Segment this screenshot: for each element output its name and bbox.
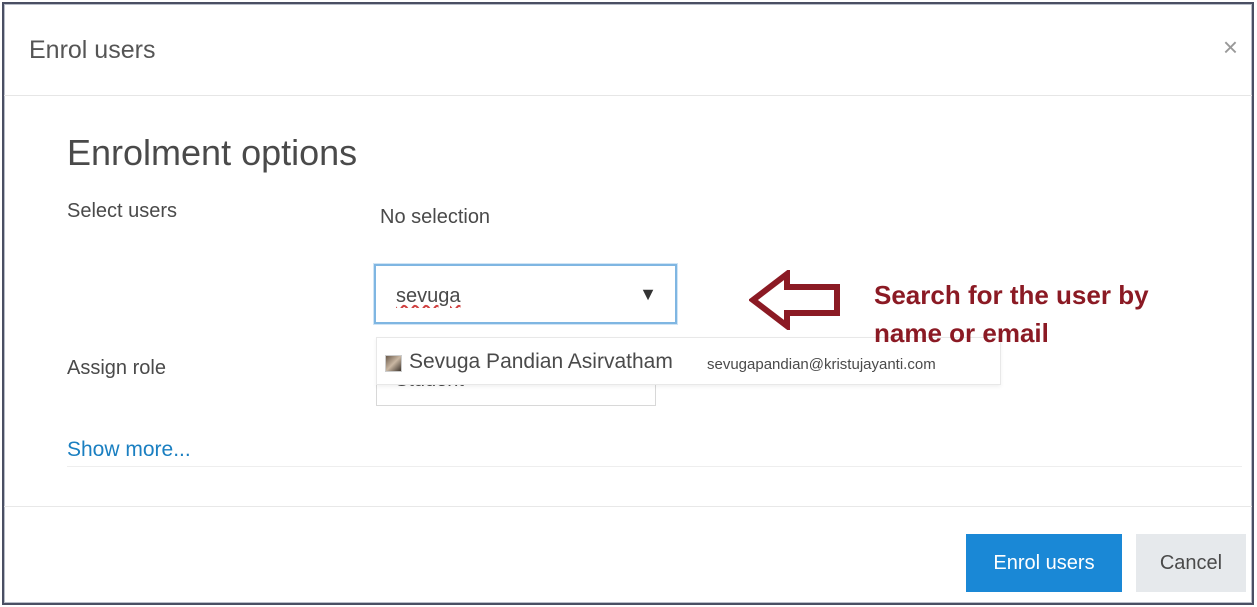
selection-status: No selection bbox=[380, 206, 491, 228]
select-users-label: Select users bbox=[67, 200, 178, 222]
divider bbox=[67, 466, 1242, 467]
user-search-input[interactable] bbox=[396, 282, 596, 310]
close-icon[interactable]: × bbox=[1223, 34, 1238, 60]
modal-title: Enrol users bbox=[29, 36, 156, 64]
modal-header: Enrol users × bbox=[4, 4, 1252, 96]
suggestion-email: sevugapandian@kristujayanti.com bbox=[707, 356, 936, 373]
user-search-box[interactable]: ▼ bbox=[374, 264, 677, 324]
avatar bbox=[385, 355, 402, 372]
enrol-users-button[interactable]: Enrol users bbox=[966, 534, 1122, 592]
callout-annotation: Search for the user by name or email bbox=[874, 280, 1149, 348]
footer-divider bbox=[4, 506, 1252, 507]
show-more-link[interactable]: Show more... bbox=[67, 438, 191, 462]
dropdown-arrow-icon[interactable]: ▼ bbox=[639, 284, 657, 305]
cancel-button[interactable]: Cancel bbox=[1136, 534, 1246, 592]
callout-arrow-icon bbox=[749, 270, 840, 330]
enrol-users-modal: Enrol users × Enrolment options Select u… bbox=[2, 2, 1254, 605]
suggestion-name: Sevuga Pandian Asirvatham bbox=[409, 350, 673, 373]
section-title: Enrolment options bbox=[67, 132, 358, 173]
assign-role-label: Assign role bbox=[67, 357, 166, 379]
